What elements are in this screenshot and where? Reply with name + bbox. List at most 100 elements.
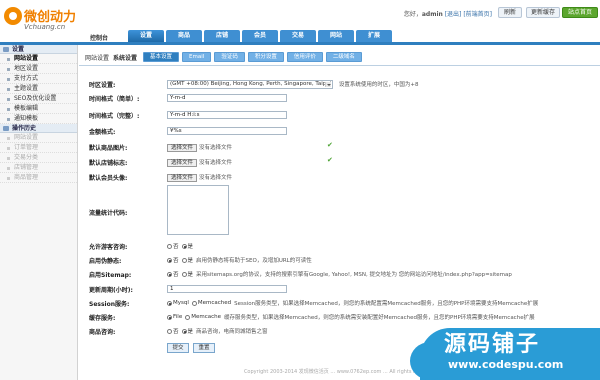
sitemap-no-radio[interactable] [167,271,172,277]
nav-tab-members[interactable]: 会员 [242,30,278,42]
breadcrumb-site: 网站设置 [85,54,110,62]
close-site-no-radio[interactable] [167,328,172,334]
nav-dashboard[interactable]: 控制台 [90,33,108,42]
nav-tabs: 设置 商品 店铺 会员 交易 网站 扩展 [128,30,394,42]
avatar-file-button[interactable]: 选择文件 [167,173,198,182]
history-item[interactable]: 交易分类 [0,153,77,163]
sidebar-group-label: 操作历史 [12,125,37,132]
sidebar-group-history[interactable]: 操作历史 [0,124,77,133]
currency-label: 金额格式: [89,129,116,136]
cache-memcache-radio[interactable] [185,314,191,320]
nav-tab-settings[interactable]: 设置 [128,30,164,42]
close-site-no-label: 否 [173,329,179,335]
watermark-url: www.codespu.com [448,358,564,371]
date-full-input[interactable]: Y-m-d H:i:s [167,111,287,119]
stats-code-textarea[interactable] [167,185,229,235]
close-site-yes-radio[interactable] [181,328,187,334]
sitemap-label: 启用Sitemap: [89,272,132,279]
history-item[interactable]: 网站设置 [0,133,77,143]
sidebar-item-seo[interactable]: SEO及优化设置 [0,94,77,104]
history-group-icon [3,126,9,131]
history-item[interactable]: 订单管理 [0,143,77,153]
guest-ask-yes-label: 是 [187,244,194,250]
user-bar: 您好，admin [退出] [前端首页] [404,9,492,18]
nav-tab-stores[interactable]: 店铺 [204,30,240,42]
session-memcached-label: Memcached [197,300,232,306]
main-nav: 控制台 设置 商品 店铺 会员 交易 网站 扩展 [0,30,600,42]
sidebar-group-label: 设置 [12,46,25,53]
sidebar-item-region[interactable]: 地区设置 [0,64,77,74]
date-short-input[interactable]: Y-m-d [167,94,287,102]
sidebar: 设置 网站设置 地区设置 支付方式 主题设置 SEO及优化设置 模板编辑 通知模… [0,45,78,380]
guest-ask-yes-radio[interactable] [181,243,187,249]
sub-nav: 网站设置 系统设置 基本设置 Email 验证码 积分设置 信用评价 二级域名 [85,51,365,63]
username: admin [421,11,443,18]
nav-tab-extend[interactable]: 扩展 [356,30,392,42]
date-short-label: 时间格式（简单）: [89,96,140,103]
timezone-hint: 设置系统使用的时区，中国为+8 [338,82,419,88]
logo-mark-icon [4,7,22,25]
goods-img-file-button[interactable]: 选择文件 [167,143,198,152]
timezone-label: 时区设置: [89,82,116,89]
guest-ask-no-radio[interactable] [167,243,172,249]
sidebar-item-site-settings[interactable]: 网站设置 [0,54,77,64]
front-home-link[interactable]: [前端首页] [463,11,492,18]
update-cycle-label: 更新周期(小时): [89,287,133,294]
sidebar-item-payment[interactable]: 支付方式 [0,74,77,84]
check-icon: ✔ [327,156,333,164]
submit-button[interactable]: 提交 [167,343,189,353]
breadcrumb-system: 系统设置 [113,54,138,62]
session-label: Session服务: [89,301,130,308]
brand-logo[interactable]: 微创动力 Vchuang.cn [4,5,114,33]
rewrite-yes-label: 是 [187,258,194,264]
settings-group-icon [3,47,9,52]
close-site-yes-label: 是 [187,329,194,335]
avatar-status: 没有选择文件 [199,175,233,181]
guest-ask-no-label: 否 [173,244,179,250]
stats-code-label: 流量统计代码: [89,210,128,217]
logout-link[interactable]: [退出] [445,11,462,18]
history-item[interactable]: 商品管理 [0,173,77,183]
rewrite-desc: 启用伪静态将有助于SEO，及增加URL的可读性 [196,258,312,264]
nav-tab-goods[interactable]: 商品 [166,30,202,42]
rewrite-yes-radio[interactable] [181,257,187,263]
cache-file-radio[interactable] [167,314,172,320]
tab-basic[interactable]: 基本设置 [143,52,180,62]
history-item[interactable]: 店铺管理 [0,163,77,173]
check-icon: ✔ [327,141,333,149]
cache-label: 缓存服务: [89,315,116,322]
sidebar-item-template[interactable]: 模板编辑 [0,104,77,114]
chevron-down-icon [325,82,331,87]
refresh-button[interactable]: 刷新 [498,7,522,18]
shop-logo-file-button[interactable]: 选择文件 [167,158,198,167]
timezone-value: (GMT +08:00) Beijing, Hong Kong, Perth, … [170,81,332,87]
sitemap-yes-radio[interactable] [181,271,187,277]
cache-memcache-label: Memcache [191,314,221,320]
nav-tab-trade[interactable]: 交易 [280,30,316,42]
sidebar-item-notify[interactable]: 通知模板 [0,114,77,124]
rewrite-label: 启用伪静态: [89,258,122,265]
nav-tab-website[interactable]: 网站 [318,30,354,42]
session-mysql-radio[interactable] [167,300,172,306]
update-cache-button[interactable]: 更新缓存 [526,7,560,18]
tab-points[interactable]: 积分设置 [247,52,284,62]
update-cycle-input[interactable]: 1 [167,285,287,293]
session-memcached-radio[interactable] [191,300,197,306]
rewrite-no-radio[interactable] [167,257,172,263]
reset-button[interactable]: 重置 [193,343,215,353]
timezone-select[interactable]: (GMT +08:00) Beijing, Hong Kong, Perth, … [167,80,333,89]
sidebar-group-settings[interactable]: 设置 [0,45,77,54]
currency-input[interactable]: ¥%s [167,127,287,135]
watermark-logo: 源码铺子 www.codespu.com [410,318,600,380]
tab-email[interactable]: Email [182,52,212,62]
goods-img-label: 默认商品图片: [89,145,128,152]
tab-captcha[interactable]: 验证码 [214,52,245,62]
tab-subdomain[interactable]: 二级域名 [325,52,362,62]
site-home-button[interactable]: 站点首页 [562,7,598,18]
date-full-label: 时间格式（完整）: [89,113,140,120]
shop-logo-label: 默认店铺标志: [89,160,128,167]
sidebar-item-theme[interactable]: 主题设置 [0,84,77,94]
tab-credit[interactable]: 信用评价 [286,52,323,62]
watermark-text: 源码铺子 [444,332,541,357]
goods-img-status: 没有选择文件 [199,145,233,151]
